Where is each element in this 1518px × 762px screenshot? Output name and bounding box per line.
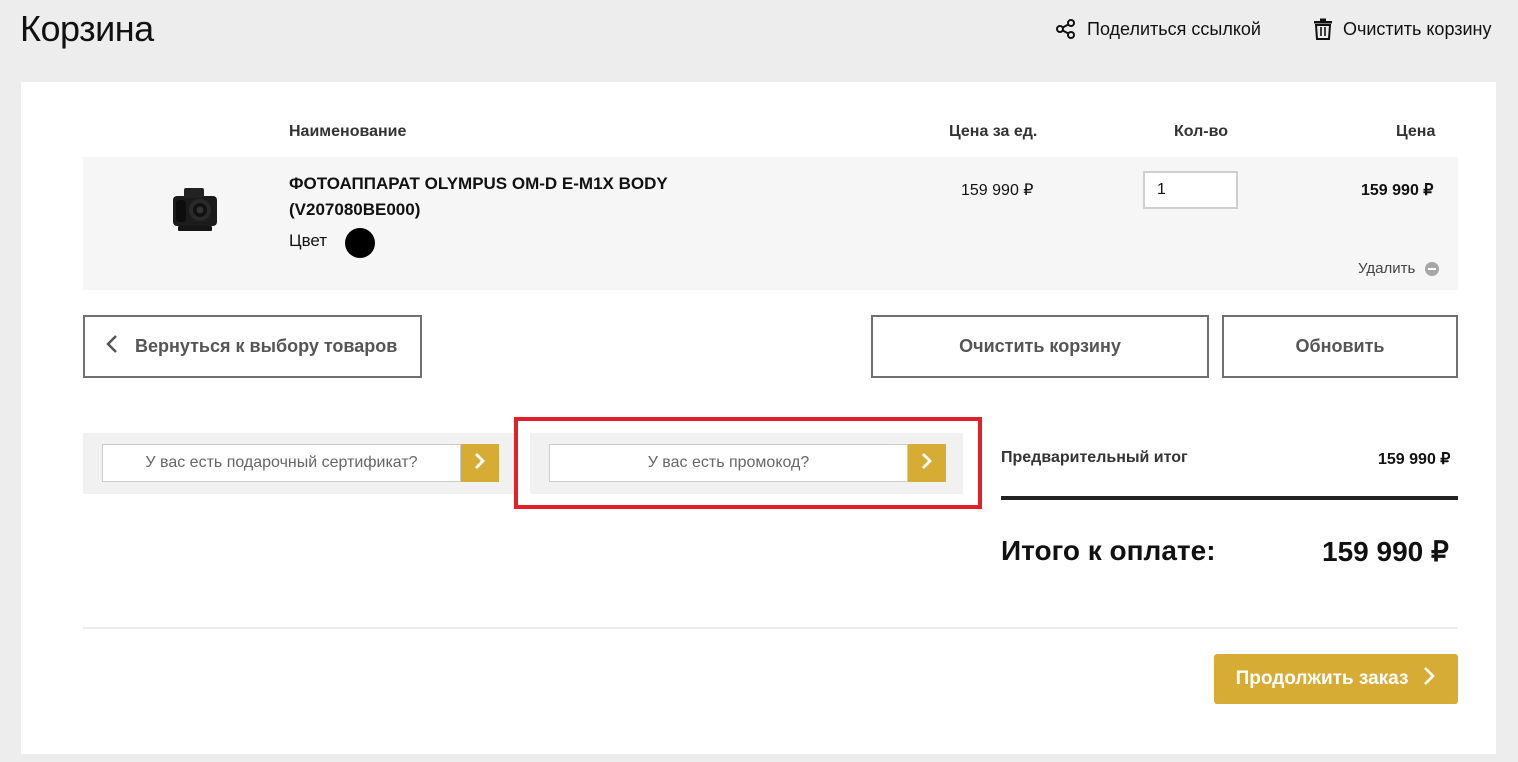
summary-divider: [1001, 496, 1458, 500]
gift-certificate-apply-button[interactable]: [461, 444, 499, 482]
remove-label: Удалить: [1358, 260, 1416, 277]
row-total-price: 159 990 ₽: [1361, 182, 1434, 199]
footer-divider: [83, 627, 1458, 629]
continue-order-label: Продолжить заказ: [1235, 668, 1409, 689]
product-name-line-2: (V207080BE000): [289, 200, 421, 219]
unit-price: 159 990 ₽: [961, 182, 1034, 199]
remove-item-button[interactable]: Удалить: [1358, 260, 1440, 277]
product-name-line-1: ФОТОАППАРАТ OLYMPUS OM-D E-M1X BODY: [289, 174, 668, 193]
gift-certificate-input[interactable]: [102, 444, 461, 482]
clear-cart-button[interactable]: Очистить корзину: [871, 315, 1209, 378]
total-label: Итого к оплате:: [1001, 535, 1216, 566]
chevron-left-icon: [105, 333, 119, 360]
trash-icon: [1313, 18, 1333, 40]
header-clear-cart-button[interactable]: Очистить корзину: [1313, 18, 1492, 40]
promo-highlight-frame: [514, 417, 982, 509]
column-header-qty: Кол-во: [1174, 123, 1229, 140]
color-swatch: [345, 228, 375, 258]
back-to-shopping-label: Вернуться к выбору товаров: [135, 336, 398, 356]
product-image[interactable]: [170, 182, 222, 239]
product-color-label: Цвет: [289, 231, 328, 250]
chevron-right-icon: [473, 451, 487, 476]
quantity-input[interactable]: [1143, 171, 1238, 209]
update-cart-label: Обновить: [1295, 336, 1385, 356]
share-link-label: Поделиться ссылкой: [1087, 18, 1261, 39]
total-value: 159 990 ₽: [1322, 536, 1449, 567]
subtotal-value: 159 990 ₽: [1378, 451, 1451, 468]
page-title: Корзина: [20, 8, 154, 49]
back-to-shopping-button[interactable]: Вернуться к выбору товаров: [83, 315, 422, 378]
continue-order-button[interactable]: Продолжить заказ: [1214, 654, 1458, 704]
column-header-name: Наименование: [289, 123, 407, 140]
column-header-unit-price: Цена за ед.: [949, 123, 1038, 140]
share-icon: [1055, 18, 1077, 40]
header-clear-cart-label: Очистить корзину: [1343, 18, 1492, 39]
column-header-price: Цена: [1396, 123, 1436, 140]
minus-circle-icon: [1425, 261, 1440, 276]
clear-cart-label: Очистить корзину: [959, 336, 1121, 356]
share-link-button[interactable]: Поделиться ссылкой: [1055, 18, 1261, 40]
product-name[interactable]: ФОТОАППАРАТ OLYMPUS OM-D E-M1X BODY (V20…: [289, 171, 749, 223]
subtotal-label: Предварительный итог: [1001, 449, 1188, 466]
update-cart-button[interactable]: Обновить: [1222, 315, 1458, 378]
chevron-right-icon: [1422, 665, 1436, 693]
